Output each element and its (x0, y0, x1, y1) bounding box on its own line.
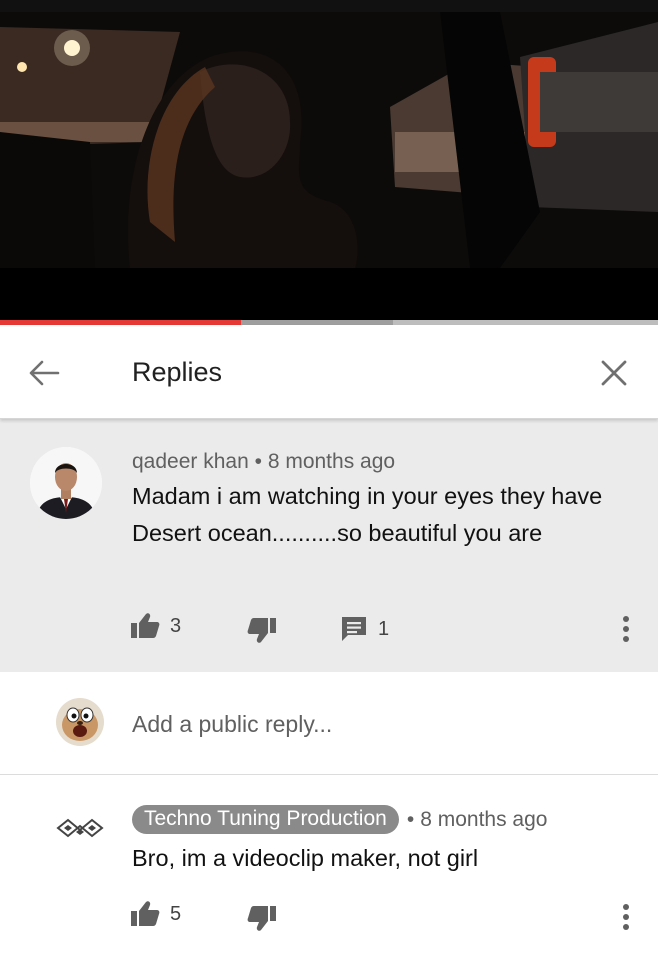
reply-text: Bro, im a videoclip maker, not girl (132, 845, 479, 871)
more-vert-icon (623, 904, 629, 930)
parent-comment: qadeer khan • 8 months ago Madam i am wa… (0, 419, 658, 672)
replies-header: Replies (0, 325, 658, 419)
thumbs-up-icon (131, 613, 160, 638)
video-frame (0, 12, 658, 268)
reply-like-count: 5 (170, 902, 182, 925)
add-reply-row (0, 672, 658, 775)
close-button[interactable] (594, 353, 634, 393)
video-frame-illustration (0, 12, 658, 268)
channel-author-badge[interactable]: Techno Tuning Production (132, 805, 399, 834)
reply-comment: Techno Tuning Production • 8 months ago … (0, 776, 658, 960)
dislike-button[interactable] (247, 616, 277, 644)
comment-text: Madam i am watching in your eyes they ha… (132, 483, 603, 546)
reply-like-button[interactable]: 5 (130, 900, 181, 928)
channel-avatar[interactable] (56, 806, 104, 854)
page-title: Replies (132, 357, 223, 387)
comment-time: 8 months ago (267, 450, 396, 473)
video-bottom-band (0, 268, 658, 320)
user-avatar-icon (30, 447, 102, 519)
comment-meta: qadeer khan • 8 months ago (132, 450, 395, 474)
video-top-band (0, 0, 658, 12)
more-vert-icon (623, 616, 629, 642)
reply-input[interactable] (132, 708, 612, 740)
avatar[interactable] (30, 447, 102, 519)
meta-separator: • (406, 807, 415, 831)
thumbs-down-icon (247, 906, 276, 931)
thumbs-down-icon (247, 618, 276, 643)
meta-separator: • (254, 450, 262, 473)
close-icon (601, 360, 627, 386)
back-button[interactable] (24, 353, 64, 393)
channel-logo-icon (56, 818, 104, 838)
thumbs-up-icon (131, 901, 160, 926)
video-player[interactable] (0, 0, 658, 320)
reply-meta: Techno Tuning Production • 8 months ago (132, 805, 547, 834)
more-options-button[interactable] (616, 613, 636, 645)
reply-count: 1 (378, 617, 390, 640)
reply-count-button[interactable]: 1 (340, 615, 389, 643)
current-user-avatar (56, 698, 104, 746)
cartoon-face-icon (56, 698, 104, 746)
reply-dislike-button[interactable] (247, 904, 277, 932)
like-count: 3 (170, 614, 182, 637)
arrow-left-icon (29, 360, 60, 386)
reply-time: 8 months ago (420, 807, 548, 831)
like-button[interactable]: 3 (130, 612, 181, 640)
comment-author[interactable]: qadeer khan (132, 450, 249, 473)
comment-icon (342, 617, 366, 641)
reply-more-options-button[interactable] (616, 901, 636, 933)
